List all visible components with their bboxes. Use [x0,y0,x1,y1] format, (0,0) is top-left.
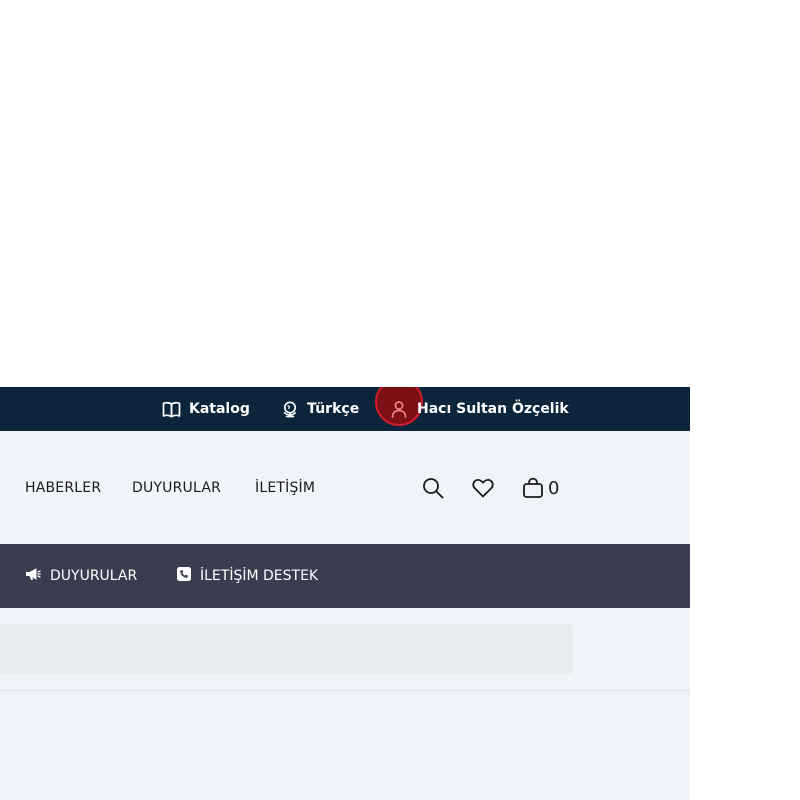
globe-icon [281,400,299,418]
book-icon [162,401,181,418]
sub-navigation: DUYURULAR İLETİŞİM DESTEK [0,544,690,608]
nav-item-duyurular[interactable]: DUYURULAR [132,480,221,496]
site-container: Katalog Türkçe Hacı Sultan Özçelik HABER… [0,387,690,800]
heart-icon[interactable] [472,478,494,502]
subnav-duyurular-label: DUYURULAR [50,568,138,584]
cart-count: 0 [548,478,560,499]
catalog-link[interactable]: Katalog [162,387,250,431]
search-bar[interactable] [0,624,573,674]
catalog-label: Katalog [189,401,250,417]
subnav-item-duyurular[interactable]: DUYURULAR [25,544,137,608]
language-label: Türkçe [307,401,360,417]
megaphone-icon [25,567,41,585]
user-name: Hacı Sultan Özçelik [417,401,569,417]
main-header [0,431,690,544]
nav-item-iletisim[interactable]: İLETİŞİM [255,480,315,496]
phone-icon [177,567,191,585]
search-icon[interactable] [422,477,444,503]
subnav-iletisim-destek-label: İLETİŞİM DESTEK [200,568,319,584]
language-selector[interactable]: Türkçe [281,387,359,431]
subnav-item-iletisim-destek[interactable]: İLETİŞİM DESTEK [177,544,318,608]
user-account-link[interactable]: Hacı Sultan Özçelik [391,387,569,431]
shopping-bag-icon[interactable] [522,477,544,503]
nav-item-haberler[interactable]: HABERLER [25,480,101,496]
user-icon [391,400,407,418]
top-bar: Katalog Türkçe Hacı Sultan Özçelik [0,387,690,431]
content-divider [0,690,690,691]
